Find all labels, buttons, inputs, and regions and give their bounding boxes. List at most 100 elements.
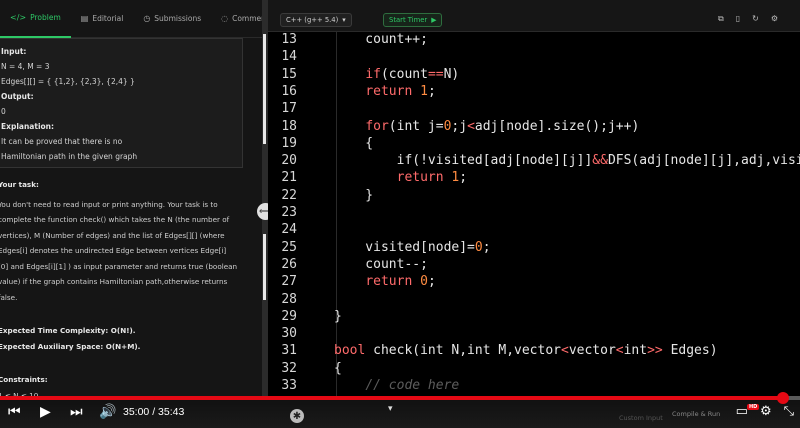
compile-run-button[interactable]: Compile & Run [672, 410, 720, 418]
code-token: adj[node].size();j++) [474, 118, 640, 134]
scrollbar-thumb[interactable] [263, 34, 266, 144]
reset-icon[interactable]: ↻ [752, 14, 759, 24]
line-number: 17 [281, 101, 297, 117]
task-line: vertices), M (Number of edges) and the l… [0, 230, 225, 240]
tab-label: Submissions [154, 14, 202, 23]
example-line: It can be proved that there is no [1, 137, 123, 146]
code-token: N) [443, 66, 460, 82]
next-icon[interactable]: ⏭ [70, 404, 83, 420]
line-number: 19 [281, 135, 297, 151]
space-complexity: Expected Auxiliary Space: O(N+M). [0, 341, 141, 351]
code-token: { [334, 135, 374, 151]
settings-icon[interactable]: ⚙ [771, 14, 778, 24]
code-token: return [365, 274, 413, 290]
copy-icon[interactable]: ⧉ [718, 14, 724, 24]
code-token: return [396, 170, 444, 186]
tab-comments[interactable]: ◌Comments [211, 0, 262, 38]
code-line[interactable]: } [334, 309, 342, 324]
video-right-controls: ▭ ⚙ ⤡ [736, 404, 794, 419]
line-number: 32 [281, 360, 297, 376]
editor-toolbar: C++ (g++ 5.4) ▾ Start Timer ▶ ⧉ ▯ ↻ ⚙ [268, 0, 800, 32]
settings-gear-icon[interactable]: ⚙ [760, 404, 772, 419]
line-number: 21 [281, 170, 297, 186]
code-line[interactable]: for(int j=0;j<adj[node].size();j++) [334, 119, 639, 134]
example-line: Output: [1, 92, 34, 101]
example-line: N = 4, M = 3 [1, 62, 50, 71]
code-line[interactable]: visited[node]=0; [334, 240, 490, 255]
code-line[interactable]: return 1; [334, 170, 467, 185]
code-token: count--; [334, 256, 428, 272]
code-line[interactable]: } [334, 188, 373, 203]
play-icon: ▶ [431, 16, 437, 24]
example-box: Input: N = 4, M = 3 Edges[][] = { {1,2}, {… [0, 38, 243, 168]
example-line: Hamiltonian path in the given graph [1, 152, 138, 161]
code-line[interactable]: count--; [334, 257, 428, 272]
code-line[interactable]: if(count==N) [334, 67, 459, 82]
example-line: 0 [1, 107, 6, 116]
task-line: complete the function check() which take… [0, 215, 230, 224]
line-number: 26 [281, 256, 297, 272]
tab-icon: ◷ [143, 14, 151, 23]
code-token: { [334, 360, 342, 376]
custom-input-label[interactable]: Custom Input [619, 414, 663, 422]
code-token: ; [459, 170, 468, 186]
code-line[interactable]: { [334, 136, 373, 151]
code-token: vector [568, 343, 616, 359]
line-number: 16 [281, 83, 297, 99]
file-icon[interactable]: ▯ [736, 14, 740, 24]
toolbar-icons: ⧉ ▯ ↻ ⚙ [718, 14, 778, 24]
tab-problem[interactable]: </> Problem [0, 0, 71, 38]
code-line[interactable]: return 1; [334, 83, 435, 99]
code-line[interactable]: count++; [334, 32, 428, 47]
code-token: if [365, 66, 381, 82]
task-line: You don't need to read input or print an… [0, 199, 218, 209]
code-line[interactable]: return 0; [334, 274, 436, 290]
line-number: 24 [281, 222, 297, 238]
editor-settings-icon[interactable]: ✱ [290, 409, 304, 423]
line-number: 14 [281, 49, 297, 65]
problem-panel: </>Problem▤Editorial◷Submissions◌Comment… [0, 0, 262, 428]
code-line[interactable]: // code here [334, 378, 459, 393]
fullscreen-exit-icon[interactable]: ⤡ [784, 404, 794, 419]
code-line[interactable]: { [334, 361, 342, 376]
task-description: Your task: You don't need to read input o… [0, 177, 260, 428]
problem-tabs: </>Problem▤Editorial◷Submissions◌Comment… [0, 0, 262, 38]
code-line[interactable]: bool check(int N,int M,vector<vector<int… [334, 343, 718, 358]
task-line: false. [0, 292, 18, 302]
code-token: ; [427, 274, 436, 290]
code-token: 0 [420, 274, 428, 290]
line-number: 27 [281, 274, 297, 290]
tab-label: Comments [232, 14, 262, 23]
code-token: < [467, 118, 475, 134]
line-number: 22 [281, 187, 297, 203]
code-token: bool [334, 343, 366, 359]
line-number: 28 [281, 291, 297, 307]
start-timer-button[interactable]: Start Timer ▶ [383, 13, 443, 27]
gutter-divider [308, 32, 337, 400]
code-token: DFS(adj[node][j],adj,visit [607, 153, 800, 169]
task-heading: Your task: [0, 180, 39, 189]
previous-icon[interactable]: ⏮ [8, 404, 21, 420]
hd-badge: HD [747, 404, 760, 410]
tab-editorial[interactable]: ▤ Editorial [71, 0, 134, 38]
language-select[interactable]: C++ (g++ 5.4) ▾ [280, 13, 352, 27]
task-line: value) if the graph contains Hamiltonian… [0, 277, 228, 286]
play-icon[interactable]: ▶ [40, 404, 51, 420]
code-editor[interactable]: 13 14 15 16 17 18 19 20 21 22 23 24 25 26 27 28 29 30 31 32… [268, 32, 800, 400]
chevron-down-icon[interactable]: ▾ [388, 404, 393, 414]
code-token: return [365, 83, 413, 99]
code-line[interactable]: if(!visited[adj[node][j]]&&DFS(adj[node]… [334, 153, 800, 168]
video-progress-fill [0, 396, 784, 400]
scrollbar-thumb-lower[interactable] [263, 234, 266, 300]
tab-submissions[interactable]: ◷ Submissions [133, 0, 211, 38]
timer-label: Start Timer [389, 16, 428, 24]
line-number: 13 [281, 32, 297, 47]
volume-icon[interactable]: 🔊 [99, 404, 116, 420]
time-complexity: Expected Time Complexity: O(N!). [0, 326, 136, 335]
code-token: } [334, 308, 342, 324]
example-line: Explanation: [1, 122, 55, 131]
